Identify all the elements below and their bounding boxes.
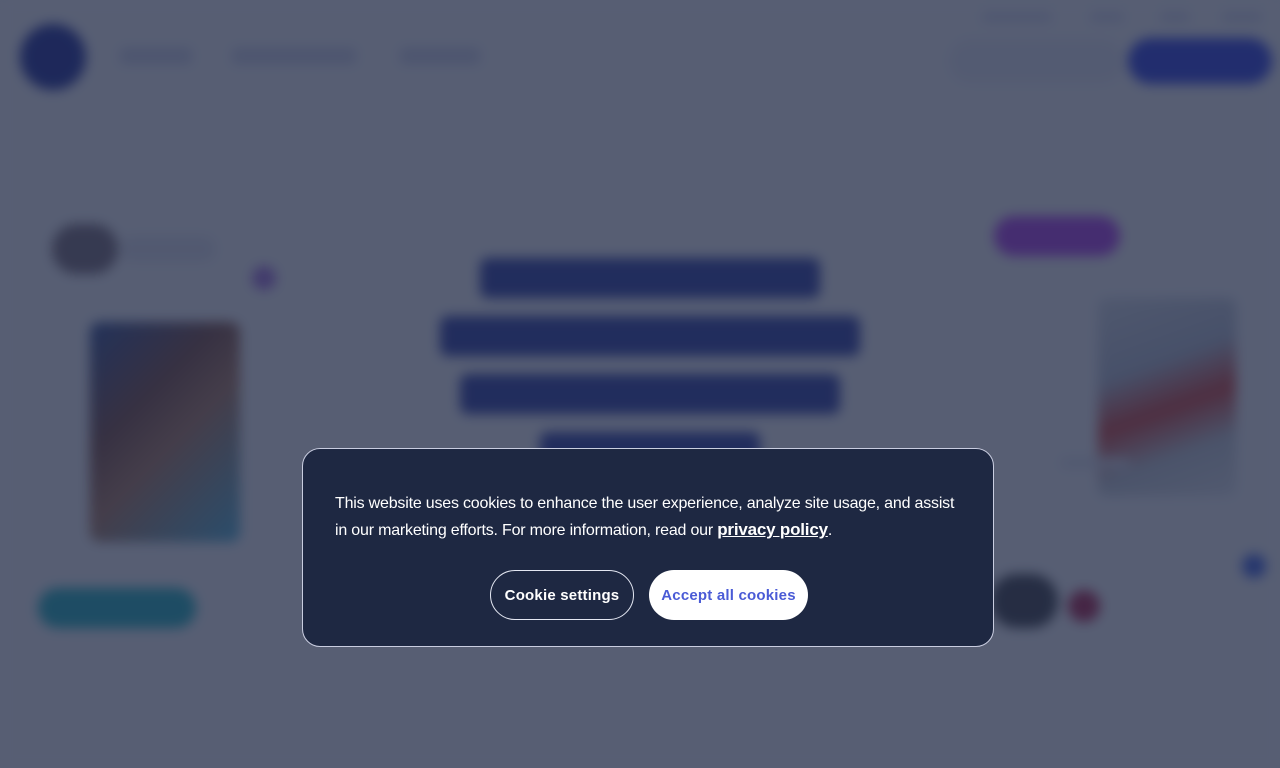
privacy-policy-link[interactable]: privacy policy — [717, 520, 828, 539]
cookie-message: This website uses cookies to enhance the… — [335, 491, 965, 544]
cookie-consent-dialog: This website uses cookies to enhance the… — [302, 448, 994, 647]
cookie-message-text: This website uses cookies to enhance the… — [335, 495, 955, 539]
modal-overlay — [0, 0, 1280, 768]
cookie-settings-button[interactable]: Cookie settings — [490, 570, 634, 620]
cookie-message-end: . — [827, 522, 833, 539]
accept-all-cookies-button[interactable]: Accept all cookies — [649, 570, 808, 620]
